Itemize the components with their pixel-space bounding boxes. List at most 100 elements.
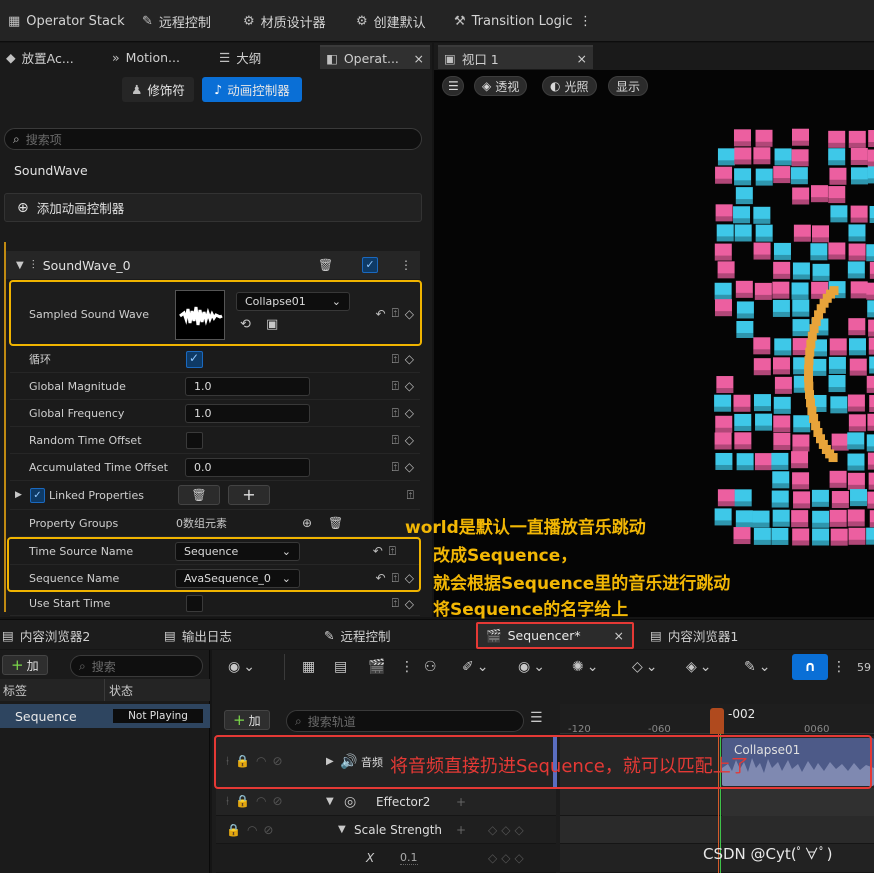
- column-status-header[interactable]: 状态: [109, 682, 133, 699]
- use-start-time-checkbox[interactable]: [186, 595, 203, 612]
- lighting-button[interactable]: ◐ 光照: [542, 76, 597, 96]
- accumulated-time-offset-field[interactable]: 0.0: [185, 457, 310, 477]
- effector-track-row[interactable]: ⍿🔒◠⊘ ▼ ◎ Effector2 +: [216, 788, 556, 816]
- x-track-value[interactable]: 0.1: [400, 851, 418, 865]
- operator-stack-button[interactable]: ▦ Operator Stack: [8, 0, 125, 42]
- voxel-cube: [753, 206, 771, 224]
- loop-checkbox[interactable]: [186, 350, 203, 368]
- add-icon[interactable]: +: [456, 823, 466, 837]
- create-default-button[interactable]: ⚙ 创建默认: [356, 0, 426, 42]
- snap-button[interactable]: ∩: [792, 654, 828, 680]
- show-button[interactable]: 显示: [608, 76, 649, 96]
- collapse-arrow-icon[interactable]: ▼: [326, 796, 334, 807]
- edit-dropdown[interactable]: ✎ ⌄: [744, 656, 770, 678]
- add-track-button[interactable]: + 加: [224, 710, 270, 730]
- animator-section-header[interactable]: ▼ ⫶ SoundWave_0 🗑 ✓ ⋮: [6, 251, 420, 279]
- expose-icon[interactable]: ⍐: [392, 379, 399, 394]
- timeline-ruler[interactable]: -120 -060 0060 -002: [560, 704, 874, 735]
- search-icon: ⌕: [295, 713, 302, 728]
- tab-place-actors[interactable]: ◆ 放置Ac...: [0, 45, 80, 69]
- add-animator-button[interactable]: ⊕ 添加动画控制器: [4, 193, 422, 222]
- toolbar-more-button[interactable]: ⋮: [400, 656, 414, 678]
- sequence-search-input[interactable]: ⌕ 搜索: [70, 655, 203, 677]
- playback-dropdown[interactable]: ✺ ⌄: [572, 656, 598, 678]
- clear-linked-button[interactable]: 🗑: [178, 485, 220, 505]
- tab-viewport-1[interactable]: ▣ 视口 1 ×: [438, 45, 593, 69]
- keyframe-icon[interactable]: ◇: [405, 406, 414, 420]
- sequence-list-row[interactable]: Sequence Not Playing: [0, 704, 210, 728]
- collapse-arrow-icon[interactable]: ▼: [338, 824, 346, 835]
- view-dropdown[interactable]: ◉ ⌄: [518, 656, 545, 678]
- add-sequence-button[interactable]: + 加: [2, 655, 48, 675]
- keyframe-nav-icon[interactable]: ◇◇◇: [488, 851, 528, 865]
- expose-icon[interactable]: ⍐: [392, 406, 399, 421]
- tab-remote-control[interactable]: ✎ 远程控制: [324, 626, 391, 644]
- keyframe-nav-icon[interactable]: ◇◇◇: [488, 823, 528, 837]
- column-label-header[interactable]: 标签: [3, 682, 27, 699]
- keyframe-icon[interactable]: ◇: [405, 379, 414, 393]
- voxel-cube: [829, 338, 847, 356]
- chevron-down-icon: ⌄: [586, 659, 599, 675]
- material-designer-button[interactable]: ⚙ 材质设计器: [243, 0, 326, 42]
- tab-content-browser-2[interactable]: ▤ 内容浏览器2: [2, 626, 90, 644]
- graph-button[interactable]: ⚇: [424, 656, 437, 678]
- close-icon[interactable]: ×: [614, 628, 624, 643]
- save-sequence-button[interactable]: ▦: [302, 656, 315, 678]
- clear-icon[interactable]: 🗑: [328, 516, 343, 530]
- tab-content-browser-1[interactable]: ▤ 内容浏览器1: [650, 626, 738, 644]
- voxel-cube: [867, 452, 874, 470]
- perspective-button[interactable]: ◈ 透视: [474, 76, 528, 96]
- add-element-icon[interactable]: ⊕: [302, 516, 312, 530]
- expose-icon[interactable]: ⍐: [407, 488, 414, 503]
- voxel-cube: [847, 472, 865, 490]
- keyframe-icon[interactable]: ◇: [405, 352, 414, 366]
- more-icon[interactable]: ⋮: [400, 258, 412, 272]
- expose-icon[interactable]: ⍐: [392, 460, 399, 475]
- add-linked-button[interactable]: +: [228, 485, 270, 505]
- accumulated-time-offset-row: Accumulated Time Offset 0.0 ⍐ ◇: [10, 454, 420, 481]
- expand-arrow-icon[interactable]: ▶: [15, 490, 22, 500]
- tools-dropdown[interactable]: ✐ ⌄: [462, 656, 488, 678]
- delete-icon[interactable]: 🗑: [318, 258, 333, 272]
- voxel-cube: [848, 527, 866, 545]
- modifiers-mode-button[interactable]: ♟ 修饰符: [122, 77, 194, 102]
- details-search-input[interactable]: ⌕ 搜索项: [4, 128, 422, 150]
- keyframe-icon[interactable]: ◇: [405, 433, 414, 447]
- remote-control-button[interactable]: ✎ 远程控制: [142, 0, 211, 42]
- enable-checkbox[interactable]: ✓: [362, 257, 378, 273]
- tab-output-log[interactable]: ▤ 输出日志: [164, 626, 232, 644]
- close-icon[interactable]: ×: [577, 51, 587, 66]
- expose-icon[interactable]: ⍐: [392, 596, 399, 611]
- transition-logic-button[interactable]: ⚒ Transition Logic: [454, 0, 573, 42]
- tab-motion-design[interactable]: » Motion...: [106, 45, 186, 69]
- animators-mode-button[interactable]: ♪ 动画控制器: [202, 77, 302, 102]
- plus-icon: +: [11, 656, 24, 674]
- toolbar-more-button[interactable]: ⋮: [579, 0, 592, 42]
- keyframe-icon[interactable]: ◇: [405, 597, 414, 611]
- x-track-row[interactable]: X 0.1 ◇◇◇: [216, 844, 556, 873]
- expose-icon[interactable]: ⍐: [392, 352, 399, 367]
- key-group-dropdown[interactable]: ◈ ⌄: [686, 656, 712, 678]
- voxel-cube: [716, 376, 734, 394]
- snap-more-button[interactable]: ⋮: [832, 656, 846, 678]
- world-dropdown[interactable]: ◉ ⌄: [228, 656, 255, 678]
- random-time-offset-checkbox[interactable]: [186, 431, 203, 449]
- track-search-input[interactable]: ⌕ 搜索轨道: [286, 710, 524, 732]
- scale-strength-track-row[interactable]: 🔒◠⊘ ▼ Scale Strength + ◇◇◇: [216, 816, 556, 844]
- tab-operator-stack[interactable]: ◧ Operat... ×: [320, 45, 430, 69]
- key-interp-dropdown[interactable]: ◇ ⌄: [632, 656, 658, 678]
- global-frequency-field[interactable]: 1.0: [185, 403, 310, 423]
- close-icon[interactable]: ×: [414, 51, 424, 66]
- viewport-menu-button[interactable]: ☰: [442, 76, 464, 96]
- render-movie-button[interactable]: 🎬: [368, 656, 385, 678]
- global-magnitude-field[interactable]: 1.0: [185, 376, 310, 396]
- filter-icon[interactable]: ☰: [530, 710, 543, 726]
- keyframe-icon[interactable]: ◇: [405, 460, 414, 474]
- add-icon[interactable]: +: [456, 795, 466, 809]
- tab-outliner[interactable]: ☰ 大纲: [213, 45, 267, 69]
- tab-sequencer[interactable]: 🎬 Sequencer* ×: [476, 622, 634, 649]
- expose-icon[interactable]: ⍐: [392, 433, 399, 448]
- linked-properties-checkbox[interactable]: ✓: [30, 487, 45, 503]
- browse-sequence-button[interactable]: ▤: [334, 656, 347, 678]
- playhead-handle[interactable]: [710, 708, 724, 734]
